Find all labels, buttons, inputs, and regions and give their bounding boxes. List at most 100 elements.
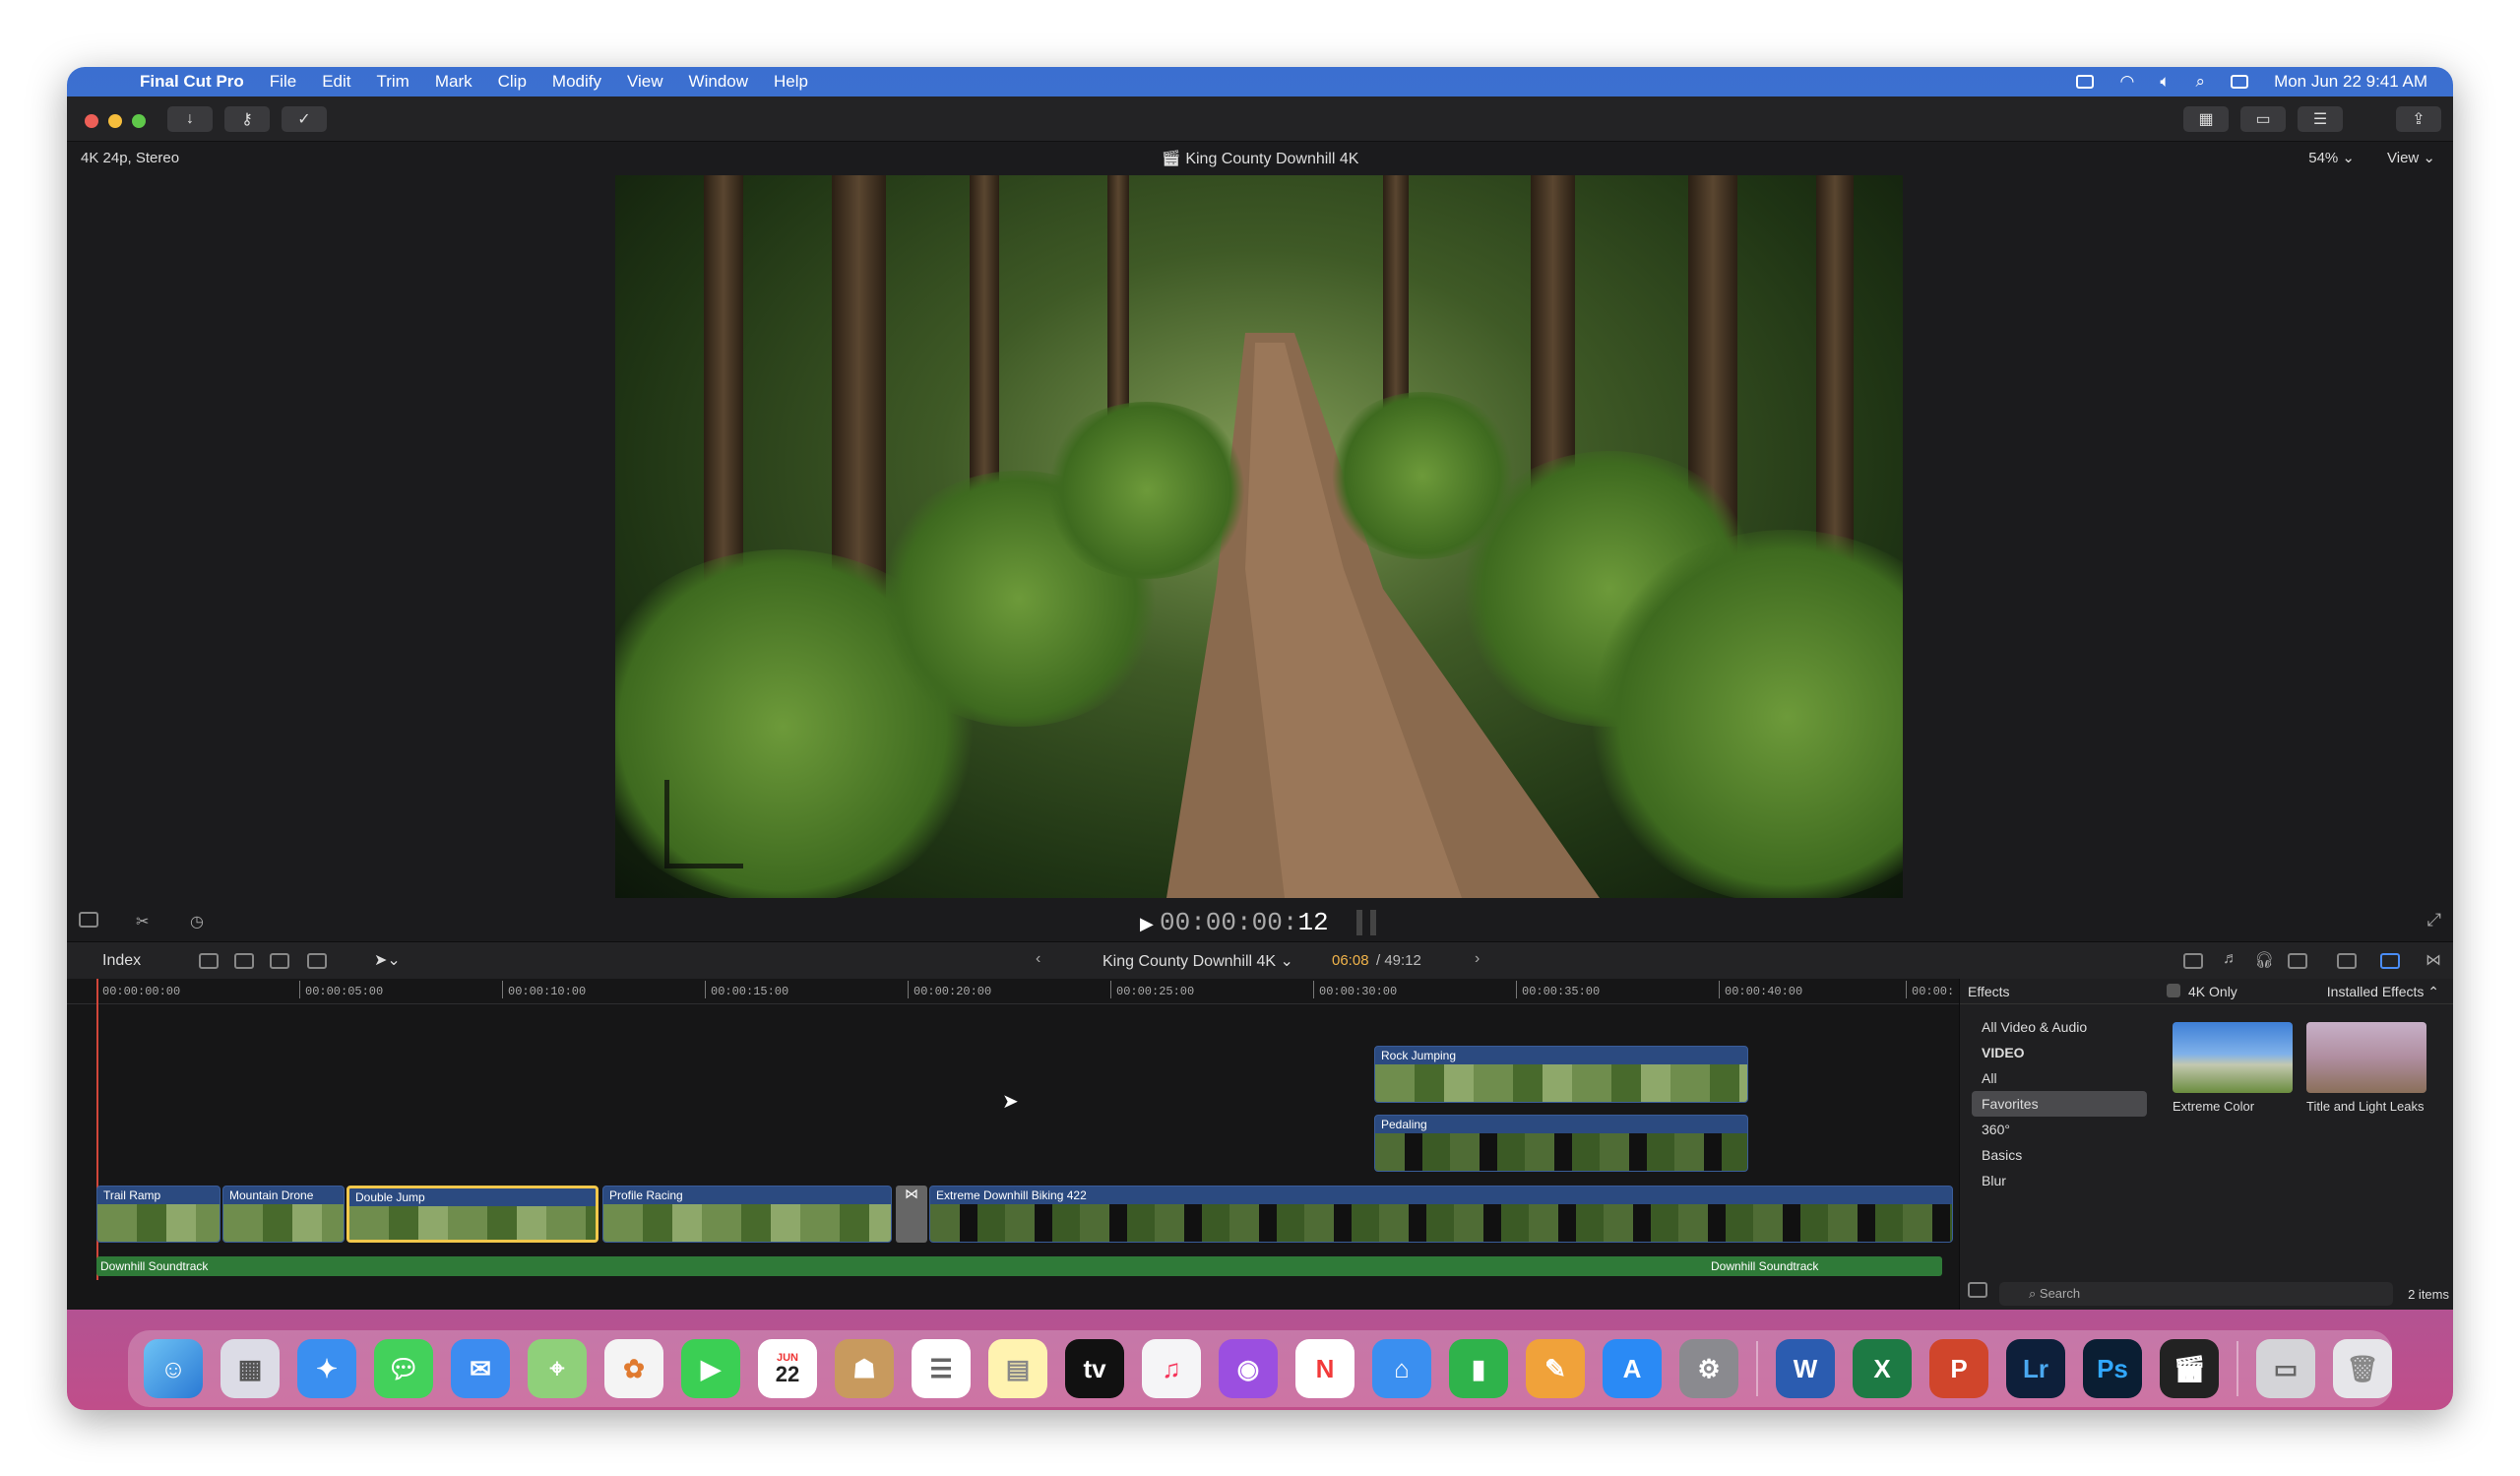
play-icon[interactable]: ▶ — [1140, 914, 1154, 934]
clip-extreme-downhill[interactable]: Extreme Downhill Biking 422 — [929, 1186, 1953, 1243]
airplay-icon[interactable] — [2076, 75, 2095, 89]
timeline[interactable]: 00:00:00:00 00:00:05:00 00:00:10:00 00:0… — [67, 979, 1959, 1310]
photoshop-icon[interactable]: Ps — [2083, 1339, 2142, 1398]
inspector-toggle-icon[interactable]: ☰ — [2298, 106, 2343, 132]
effect-thumb-extreme-color[interactable] — [2173, 1022, 2293, 1093]
skimming-icon[interactable] — [2183, 953, 2203, 969]
fullscreen-icon[interactable]: ⤢ — [2427, 910, 2441, 931]
category-blur[interactable]: Blur — [1972, 1168, 2147, 1193]
control-center-icon[interactable] — [2231, 75, 2249, 89]
clip-rock-jumping[interactable]: Rock Jumping — [1374, 1046, 1748, 1103]
zoom-dropdown[interactable]: 54% ⌄ — [2308, 149, 2355, 166]
select-tool-icon[interactable]: ➤⌄ — [374, 950, 401, 970]
word-icon[interactable]: W — [1776, 1339, 1835, 1398]
audio-skimming-icon[interactable]: ♬ — [2223, 950, 2238, 968]
clip-mountain-drone[interactable]: Mountain Drone — [222, 1186, 345, 1243]
messages-icon[interactable]: 💬︎ — [374, 1339, 433, 1398]
numbers-icon[interactable]: ▮ — [1449, 1339, 1508, 1398]
browser-toggle-icon[interactable]: ▦ — [2183, 106, 2229, 132]
back-arrow-icon[interactable]: ‹ — [1036, 950, 1040, 968]
lightroom-icon[interactable]: Lr — [2006, 1339, 2065, 1398]
spotlight-search-icon[interactable]: ⌕ — [2196, 72, 2206, 92]
menu-help[interactable]: Help — [774, 72, 808, 92]
project-name-dropdown[interactable]: King County Downhill 4K ⌄ — [1102, 951, 1293, 971]
apple-tv-icon[interactable]: tv — [1065, 1339, 1124, 1398]
wifi-icon[interactable]: ◠ — [2119, 72, 2134, 92]
enhancements-icon[interactable]: ✂ — [136, 912, 149, 931]
clip-pedaling[interactable]: Pedaling — [1374, 1115, 1748, 1172]
headphones-icon[interactable]: 🎧︎ — [2254, 950, 2274, 970]
viewer-options-icon[interactable] — [79, 912, 98, 928]
podcasts-icon[interactable]: ◉ — [1219, 1339, 1278, 1398]
clip-double-jump[interactable]: Double Jump — [346, 1186, 598, 1243]
contacts-icon[interactable]: ☗ — [835, 1339, 894, 1398]
share-icon[interactable]: ⇪ — [2396, 106, 2441, 132]
reminders-icon[interactable]: ☰ — [912, 1339, 971, 1398]
powerpoint-icon[interactable]: P — [1929, 1339, 1988, 1398]
insert-clip-icon[interactable] — [234, 953, 254, 969]
background-tasks-button[interactable]: ✓ — [282, 106, 327, 132]
audio-track[interactable]: Downhill Soundtrack Downhill Soundtrack — [96, 1256, 1942, 1276]
connect-clip-icon[interactable] — [199, 953, 219, 969]
append-clip-icon[interactable] — [270, 953, 289, 969]
mail-icon[interactable]: ✉ — [451, 1339, 510, 1398]
launchpad-icon[interactable]: ▦ — [220, 1339, 280, 1398]
volume-icon[interactable]: 🔈︎ — [2160, 72, 2170, 92]
clip-trail-ramp[interactable]: Trail Ramp — [96, 1186, 220, 1243]
category-basics[interactable]: Basics — [1972, 1142, 2147, 1168]
excel-icon[interactable]: X — [1853, 1339, 1912, 1398]
effects-search-field[interactable]: ⌕ Search — [1999, 1282, 2393, 1306]
category-favorites[interactable]: Favorites — [1972, 1091, 2147, 1117]
close-window-button[interactable] — [85, 114, 98, 128]
4k-only-checkbox[interactable] — [2167, 984, 2180, 997]
transitions-browser-icon[interactable]: ⋈ — [2426, 950, 2441, 970]
menu-mark[interactable]: Mark — [435, 72, 472, 92]
effects-browser-icon[interactable] — [2380, 953, 2400, 969]
menu-clip[interactable]: Clip — [498, 72, 527, 92]
menu-file[interactable]: File — [270, 72, 296, 92]
photos-icon[interactable]: ✿ — [604, 1339, 663, 1398]
system-preferences-icon[interactable]: ⚙ — [1679, 1339, 1738, 1398]
clip-profile-racing[interactable]: Profile Racing — [602, 1186, 892, 1243]
index-button[interactable]: Index — [102, 952, 141, 970]
facetime-icon[interactable]: ▶ — [681, 1339, 740, 1398]
effect-thumb-title-light-leaks[interactable] — [2306, 1022, 2426, 1093]
music-icon[interactable]: ♫ — [1142, 1339, 1201, 1398]
minimize-window-button[interactable] — [108, 114, 122, 128]
menu-window[interactable]: Window — [689, 72, 748, 92]
keyword-button[interactable]: ⚷ — [224, 106, 270, 132]
category-all-video-audio[interactable]: All Video & Audio — [1972, 1014, 2147, 1040]
menu-edit[interactable]: Edit — [322, 72, 350, 92]
forward-arrow-icon[interactable]: › — [1475, 950, 1480, 968]
news-icon[interactable]: N — [1295, 1339, 1354, 1398]
calendar-icon[interactable]: JUN 22 — [758, 1339, 817, 1398]
downloads-stack-icon[interactable]: ▭ — [2256, 1339, 2315, 1398]
menu-trim[interactable]: Trim — [376, 72, 409, 92]
menu-modify[interactable]: Modify — [552, 72, 601, 92]
transition-icon[interactable]: ⋈ — [896, 1186, 927, 1243]
trash-icon[interactable]: 🗑︎ — [2333, 1339, 2392, 1398]
notes-icon[interactable]: ▤ — [988, 1339, 1047, 1398]
menu-view[interactable]: View — [627, 72, 663, 92]
view-dropdown[interactable]: View ⌄ — [2387, 149, 2435, 166]
menu-app-name[interactable]: Final Cut Pro — [140, 72, 244, 92]
sidebar-toggle-icon[interactable] — [1968, 1282, 1987, 1298]
safari-icon[interactable]: ✦ — [297, 1339, 356, 1398]
clip-appearance-icon[interactable] — [2337, 953, 2357, 969]
keynote-icon[interactable]: ⌂ — [1372, 1339, 1431, 1398]
zoom-window-button[interactable] — [132, 114, 146, 128]
snapping-icon[interactable] — [2288, 953, 2307, 969]
import-button[interactable]: ↓ — [167, 106, 213, 132]
category-360[interactable]: 360° — [1972, 1117, 2147, 1142]
timeline-toggle-icon[interactable]: ▭ — [2240, 106, 2286, 132]
final-cut-pro-icon[interactable]: 🎬︎ — [2160, 1339, 2219, 1398]
finder-icon[interactable]: ☺ — [144, 1339, 203, 1398]
maps-icon[interactable]: ⌖ — [528, 1339, 587, 1398]
app-store-icon[interactable]: A — [1603, 1339, 1662, 1398]
category-all[interactable]: All — [1972, 1065, 2147, 1091]
menu-clock[interactable]: Mon Jun 22 9:41 AM — [2274, 72, 2427, 92]
retime-icon[interactable]: ◷ — [190, 912, 204, 931]
pages-icon[interactable]: ✎ — [1526, 1339, 1585, 1398]
installed-effects-dropdown[interactable]: Installed Effects ⌃ — [2327, 984, 2439, 1000]
overwrite-clip-icon[interactable] — [307, 953, 327, 969]
